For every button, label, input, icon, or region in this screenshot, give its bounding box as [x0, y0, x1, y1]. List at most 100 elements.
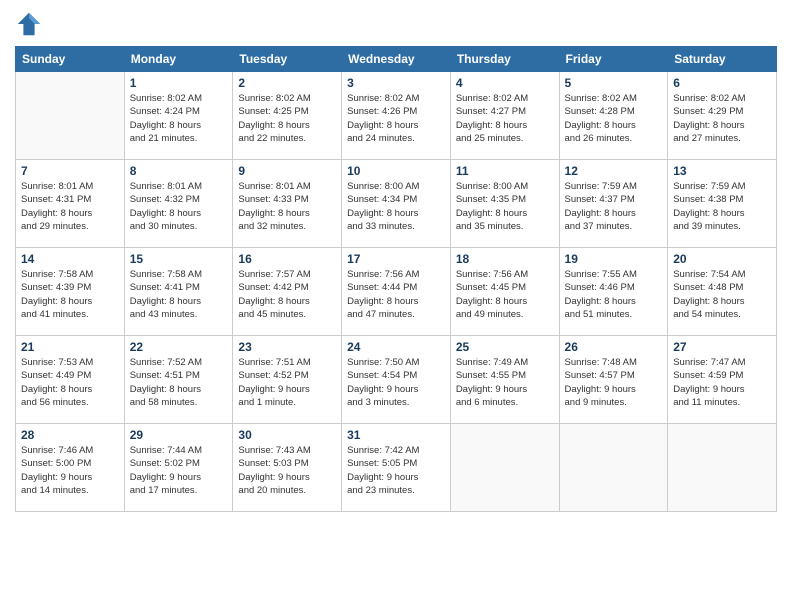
week-row-3: 21Sunrise: 7:53 AM Sunset: 4:49 PM Dayli…	[16, 336, 777, 424]
day-number: 20	[673, 252, 771, 266]
calendar-cell: 16 Sunrise: 7:57 AM Sunset: 4:42 PM Dayli…	[233, 248, 342, 336]
calendar-cell	[668, 424, 777, 512]
calendar-cell: 19 Sunrise: 7:55 AM Sunset: 4:46 PM Dayli…	[559, 248, 668, 336]
day-info: Sunrise: 7:59 AM Sunset: 4:38 PM Dayligh…	[673, 180, 771, 233]
day-info: Sunrise: 7:56 AM Sunset: 4:45 PM Dayligh…	[456, 268, 554, 321]
calendar-cell: 3Sunrise: 8:02 AM Sunset: 4:26 PM Daylig…	[342, 72, 451, 160]
day-number: 27	[673, 340, 771, 354]
day-number: 28	[21, 428, 119, 442]
calendar-cell	[16, 72, 125, 160]
day-info: Sunrise: 7:46 AM Sunset: 5:00 PM Dayligh…	[21, 444, 119, 497]
day-info: Sunrise: 7:52 AM Sunset: 4:51 PM Dayligh…	[130, 356, 228, 409]
calendar-cell: 5Sunrise: 8:02 AM Sunset: 4:28 PM Daylig…	[559, 72, 668, 160]
calendar-cell: 7Sunrise: 8:01 AM Sunset: 4:31 PM Daylig…	[16, 160, 125, 248]
calendar-cell: 17 Sunrise: 7:56 AM Sunset: 4:44 PM Dayli…	[342, 248, 451, 336]
day-number: 22	[130, 340, 228, 354]
day-number: 7	[21, 164, 119, 178]
calendar-cell: 30 Sunrise: 7:43 AM Sunset: 5:03 PM Dayli…	[233, 424, 342, 512]
weekday-header-monday: Monday	[124, 47, 233, 72]
day-info: Sunrise: 7:53 AM Sunset: 4:49 PM Dayligh…	[21, 356, 119, 409]
calendar-cell: 2 Sunrise: 8:02 AM Sunset: 4:25 PM Daylig…	[233, 72, 342, 160]
day-info: Sunrise: 8:02 AM Sunset: 4:27 PM Dayligh…	[456, 92, 554, 145]
calendar-cell: 11 Sunrise: 8:00 AM Sunset: 4:35 PM Dayli…	[450, 160, 559, 248]
day-number: 2	[238, 76, 336, 90]
calendar-cell: 8Sunrise: 8:01 AM Sunset: 4:32 PM Daylig…	[124, 160, 233, 248]
calendar-cell: 13 Sunrise: 7:59 AM Sunset: 4:38 PM Dayli…	[668, 160, 777, 248]
calendar-cell: 10 Sunrise: 8:00 AM Sunset: 4:34 PM Dayli…	[342, 160, 451, 248]
day-info: Sunrise: 8:02 AM Sunset: 4:26 PM Dayligh…	[347, 92, 445, 145]
day-info: Sunrise: 7:44 AM Sunset: 5:02 PM Dayligh…	[130, 444, 228, 497]
page: SundayMondayTuesdayWednesdayThursdayFrid…	[0, 0, 792, 612]
calendar-cell: 22 Sunrise: 7:52 AM Sunset: 4:51 PM Dayli…	[124, 336, 233, 424]
day-info: Sunrise: 7:57 AM Sunset: 4:42 PM Dayligh…	[238, 268, 336, 321]
calendar-cell: 28 Sunrise: 7:46 AM Sunset: 5:00 PM Dayli…	[16, 424, 125, 512]
day-info: Sunrise: 7:58 AM Sunset: 4:39 PM Dayligh…	[21, 268, 119, 321]
day-number: 15	[130, 252, 228, 266]
day-number: 31	[347, 428, 445, 442]
day-number: 1	[130, 76, 228, 90]
calendar-cell: 14 Sunrise: 7:58 AM Sunset: 4:39 PM Dayli…	[16, 248, 125, 336]
day-number: 17	[347, 252, 445, 266]
day-info: Sunrise: 7:49 AM Sunset: 4:55 PM Dayligh…	[456, 356, 554, 409]
day-info: Sunrise: 7:43 AM Sunset: 5:03 PM Dayligh…	[238, 444, 336, 497]
day-info: Sunrise: 7:50 AM Sunset: 4:54 PM Dayligh…	[347, 356, 445, 409]
day-number: 14	[21, 252, 119, 266]
day-number: 12	[565, 164, 663, 178]
calendar-cell: 12 Sunrise: 7:59 AM Sunset: 4:37 PM Dayli…	[559, 160, 668, 248]
day-number: 8	[130, 164, 228, 178]
day-info: Sunrise: 7:59 AM Sunset: 4:37 PM Dayligh…	[565, 180, 663, 233]
logo-icon	[15, 10, 43, 38]
week-row-0: 1Sunrise: 8:02 AM Sunset: 4:24 PM Daylig…	[16, 72, 777, 160]
weekday-header-thursday: Thursday	[450, 47, 559, 72]
day-number: 19	[565, 252, 663, 266]
weekday-header-saturday: Saturday	[668, 47, 777, 72]
day-number: 29	[130, 428, 228, 442]
calendar-cell: 20Sunrise: 7:54 AM Sunset: 4:48 PM Dayli…	[668, 248, 777, 336]
calendar-cell: 1Sunrise: 8:02 AM Sunset: 4:24 PM Daylig…	[124, 72, 233, 160]
calendar-cell: 9Sunrise: 8:01 AM Sunset: 4:33 PM Daylig…	[233, 160, 342, 248]
day-number: 10	[347, 164, 445, 178]
calendar-cell: 26Sunrise: 7:48 AM Sunset: 4:57 PM Dayli…	[559, 336, 668, 424]
day-info: Sunrise: 7:51 AM Sunset: 4:52 PM Dayligh…	[238, 356, 336, 409]
day-info: Sunrise: 7:58 AM Sunset: 4:41 PM Dayligh…	[130, 268, 228, 321]
week-row-2: 14 Sunrise: 7:58 AM Sunset: 4:39 PM Dayli…	[16, 248, 777, 336]
day-info: Sunrise: 8:00 AM Sunset: 4:34 PM Dayligh…	[347, 180, 445, 233]
day-number: 11	[456, 164, 554, 178]
calendar-cell: 31 Sunrise: 7:42 AM Sunset: 5:05 PM Dayli…	[342, 424, 451, 512]
calendar-cell	[450, 424, 559, 512]
weekday-header-tuesday: Tuesday	[233, 47, 342, 72]
calendar-cell: 23 Sunrise: 7:51 AM Sunset: 4:52 PM Dayli…	[233, 336, 342, 424]
day-number: 18	[456, 252, 554, 266]
weekday-header-friday: Friday	[559, 47, 668, 72]
calendar-cell: 21Sunrise: 7:53 AM Sunset: 4:49 PM Dayli…	[16, 336, 125, 424]
calendar: SundayMondayTuesdayWednesdayThursdayFrid…	[15, 46, 777, 512]
week-row-1: 7Sunrise: 8:01 AM Sunset: 4:31 PM Daylig…	[16, 160, 777, 248]
day-info: Sunrise: 7:42 AM Sunset: 5:05 PM Dayligh…	[347, 444, 445, 497]
weekday-header-row: SundayMondayTuesdayWednesdayThursdayFrid…	[16, 47, 777, 72]
day-number: 23	[238, 340, 336, 354]
day-number: 30	[238, 428, 336, 442]
day-info: Sunrise: 8:02 AM Sunset: 4:25 PM Dayligh…	[238, 92, 336, 145]
calendar-cell: 27 Sunrise: 7:47 AM Sunset: 4:59 PM Dayli…	[668, 336, 777, 424]
calendar-cell: 15 Sunrise: 7:58 AM Sunset: 4:41 PM Dayli…	[124, 248, 233, 336]
weekday-header-wednesday: Wednesday	[342, 47, 451, 72]
calendar-cell: 29 Sunrise: 7:44 AM Sunset: 5:02 PM Dayli…	[124, 424, 233, 512]
day-info: Sunrise: 8:02 AM Sunset: 4:29 PM Dayligh…	[673, 92, 771, 145]
day-info: Sunrise: 8:01 AM Sunset: 4:33 PM Dayligh…	[238, 180, 336, 233]
day-number: 16	[238, 252, 336, 266]
day-info: Sunrise: 8:02 AM Sunset: 4:28 PM Dayligh…	[565, 92, 663, 145]
calendar-cell: 6 Sunrise: 8:02 AM Sunset: 4:29 PM Daylig…	[668, 72, 777, 160]
day-info: Sunrise: 7:47 AM Sunset: 4:59 PM Dayligh…	[673, 356, 771, 409]
day-info: Sunrise: 7:55 AM Sunset: 4:46 PM Dayligh…	[565, 268, 663, 321]
calendar-cell: 24Sunrise: 7:50 AM Sunset: 4:54 PM Dayli…	[342, 336, 451, 424]
calendar-cell: 18 Sunrise: 7:56 AM Sunset: 4:45 PM Dayli…	[450, 248, 559, 336]
logo	[15, 10, 47, 38]
calendar-cell: 25 Sunrise: 7:49 AM Sunset: 4:55 PM Dayli…	[450, 336, 559, 424]
day-number: 13	[673, 164, 771, 178]
day-number: 25	[456, 340, 554, 354]
calendar-cell	[559, 424, 668, 512]
day-number: 6	[673, 76, 771, 90]
day-info: Sunrise: 8:00 AM Sunset: 4:35 PM Dayligh…	[456, 180, 554, 233]
day-info: Sunrise: 7:56 AM Sunset: 4:44 PM Dayligh…	[347, 268, 445, 321]
day-info: Sunrise: 7:48 AM Sunset: 4:57 PM Dayligh…	[565, 356, 663, 409]
